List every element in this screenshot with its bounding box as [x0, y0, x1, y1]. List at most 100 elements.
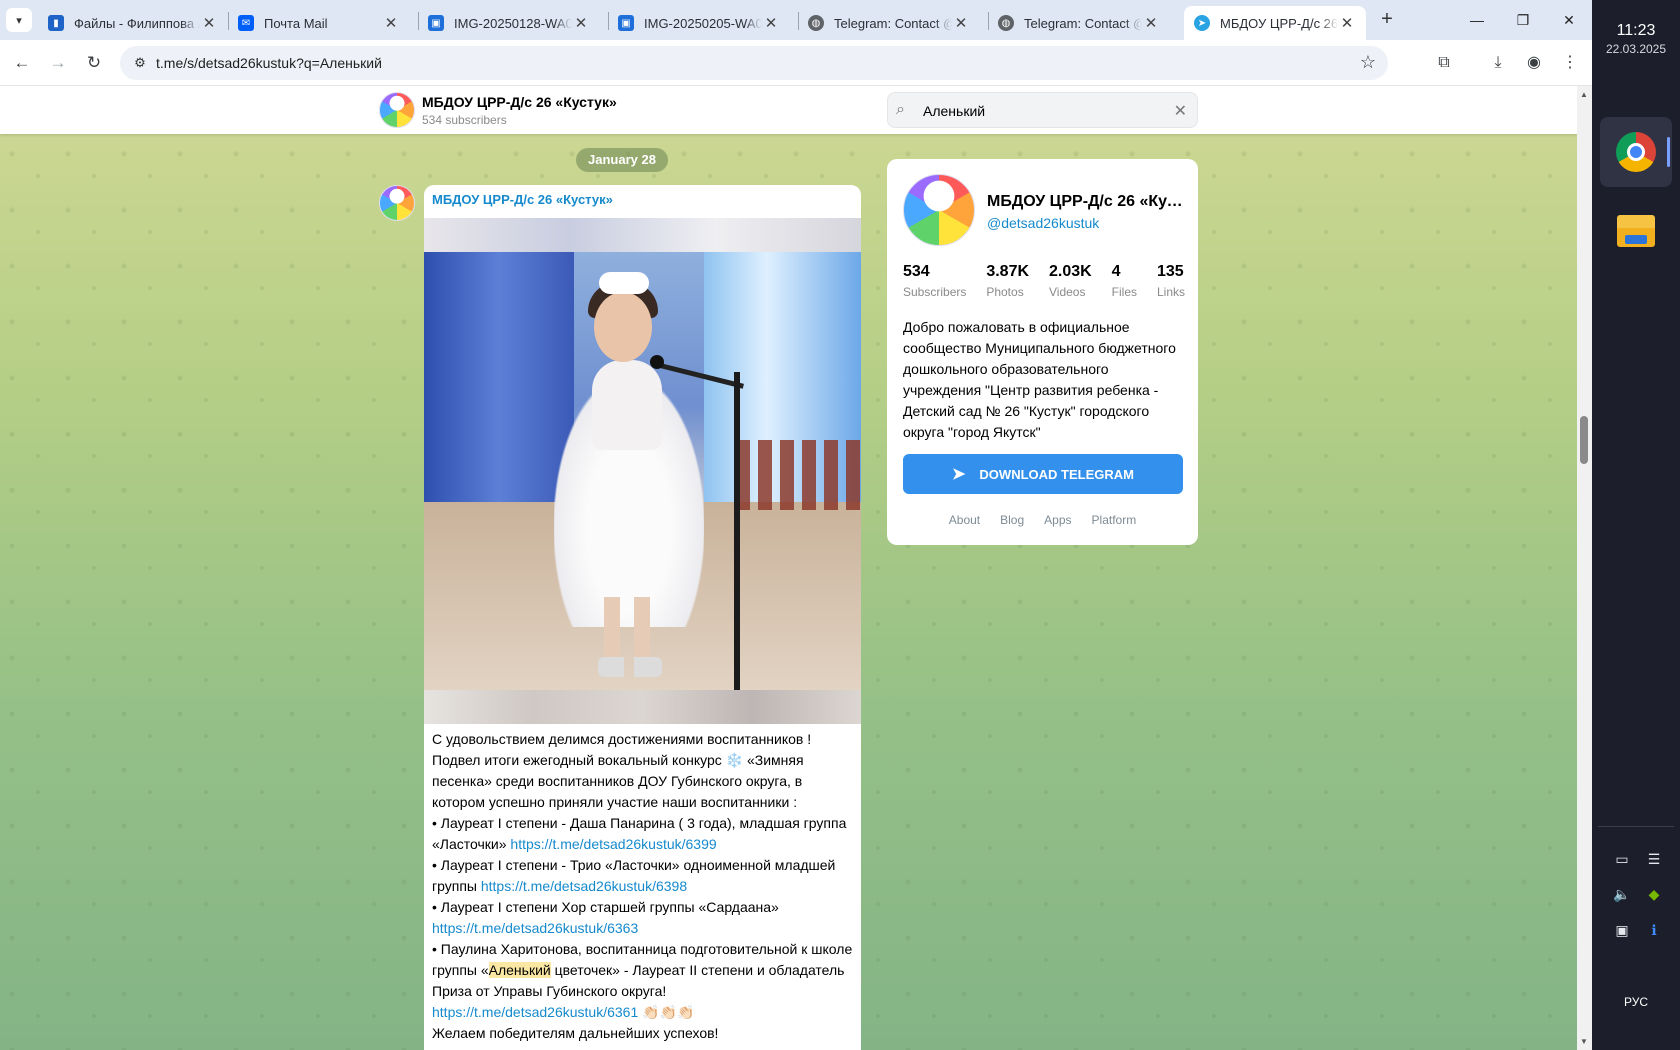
nvidia-icon[interactable]: ◆: [1640, 881, 1668, 907]
stat-value: 534: [903, 263, 930, 280]
download-telegram-button[interactable]: ➤ DOWNLOAD TELEGRAM: [903, 454, 1183, 494]
folder-icon: [1617, 215, 1655, 247]
minimize-icon: —: [1470, 12, 1484, 28]
scroll-up-icon[interactable]: ▲: [1580, 90, 1588, 99]
channel-header: МБДОУ ЦРР-Д/с 26 «Кустук» 534 subscriber…: [0, 86, 1577, 134]
tab-files[interactable]: ▮ Файлы - Филиппова А ✕: [38, 6, 228, 40]
post-link[interactable]: https://t.me/detsad26kustuk/6363: [432, 920, 638, 936]
text-span: • Лауреат I степени Хор старшей группы «…: [432, 899, 779, 915]
search-icon: ⌕: [896, 101, 905, 118]
clock-date[interactable]: 22.03.2025: [1592, 42, 1680, 56]
download-icon[interactable]: ⤓: [1484, 49, 1512, 77]
tab-telegram-contact-2[interactable]: ◍ Telegram: Contact @d ✕: [988, 6, 1170, 40]
extensions-icon[interactable]: ⧉: [1430, 49, 1458, 77]
close-icon[interactable]: ✕: [572, 14, 590, 32]
channel-title[interactable]: МБДОУ ЦРР-Д/с 26 «Кустук»: [422, 94, 617, 110]
chairs: [736, 440, 861, 510]
forward-button[interactable]: →: [44, 49, 72, 77]
message-bubble: МБДОУ ЦРР-Д/с 26 «Кустук» С удовольствие…: [424, 185, 861, 1050]
telegram-icon: ➤: [1194, 15, 1210, 31]
footer-link-blog[interactable]: Blog: [1000, 513, 1024, 527]
site-settings-icon[interactable]: ⚙: [130, 53, 150, 73]
browser-toolbar: ← → ↻ ⚙ t.me/s/detsad26kustuk?q=Аленький…: [0, 40, 1592, 86]
girl-bodice: [592, 360, 662, 450]
mic-stand: [734, 372, 740, 690]
post-link[interactable]: https://t.me/detsad26kustuk/6399: [510, 836, 716, 852]
close-icon[interactable]: ✕: [382, 14, 400, 32]
tab-image-1[interactable]: ▣ IMG-20250128-WA000 ✕: [418, 6, 600, 40]
footer-link-platform[interactable]: Platform: [1092, 513, 1137, 527]
channel-description: Добро пожаловать в официальное сообществ…: [903, 319, 1176, 440]
footer-link-about[interactable]: About: [949, 513, 980, 527]
stat-subscribers[interactable]: 534 Subscribers: [903, 263, 966, 299]
tab-telegram-contact-1[interactable]: ◍ Telegram: Contact @d ✕: [798, 6, 980, 40]
post-video[interactable]: [424, 218, 861, 724]
channel-card-avatar: [903, 174, 975, 246]
close-icon[interactable]: ✕: [1142, 14, 1160, 32]
restore-icon: ❐: [1516, 12, 1530, 28]
button-label: DOWNLOAD TELEGRAM: [979, 466, 1134, 482]
close-icon[interactable]: ✕: [952, 14, 970, 32]
search-input[interactable]: Аленький: [923, 103, 985, 119]
telegram-web-preview: МБДОУ ЦРР-Д/с 26 «Кустук» 534 subscriber…: [0, 86, 1577, 1050]
close-icon[interactable]: ✕: [762, 14, 780, 32]
close-window-button[interactable]: ✕: [1546, 6, 1592, 34]
taskbar-chrome[interactable]: [1600, 117, 1672, 187]
page-scrollbar[interactable]: ▲ ▼: [1577, 86, 1592, 1050]
stat-value: 2.03K: [1049, 263, 1092, 280]
display-icon[interactable]: ▭: [1608, 846, 1636, 872]
tab-mail[interactable]: ✉ Почта Mail ✕: [228, 6, 410, 40]
scroll-down-icon[interactable]: ▼: [1580, 1037, 1588, 1046]
minimize-button[interactable]: —: [1454, 6, 1500, 34]
stat-photos[interactable]: 3.87K Photos: [986, 263, 1029, 299]
scrollbar-thumb[interactable]: [1580, 416, 1588, 464]
network-icon[interactable]: ☰: [1640, 846, 1668, 872]
new-tab-button[interactable]: +: [1374, 8, 1400, 32]
stat-files[interactable]: 4 Files: [1112, 263, 1137, 299]
tab-image-2[interactable]: ▣ IMG-20250205-WA000 ✕: [608, 6, 790, 40]
reload-icon: ↻: [86, 53, 102, 72]
back-button[interactable]: ←: [8, 49, 36, 77]
restore-button[interactable]: ❐: [1500, 6, 1546, 34]
stat-links[interactable]: 135 Links: [1157, 263, 1185, 299]
arrow-right-icon: →: [49, 53, 67, 72]
close-icon[interactable]: ✕: [200, 14, 218, 32]
close-icon[interactable]: ✕: [1338, 14, 1356, 32]
bookmark-star-icon[interactable]: ☆: [1360, 52, 1376, 73]
clear-search-icon[interactable]: ✕: [1174, 101, 1187, 121]
address-bar[interactable]: ⚙ t.me/s/detsad26kustuk?q=Аленький ☆: [120, 46, 1388, 80]
tab-title: Почта Mail: [264, 15, 328, 31]
profile-icon[interactable]: ◉: [1520, 49, 1548, 77]
post-link[interactable]: https://t.me/detsad26kustuk/6398: [481, 878, 687, 894]
security-icon[interactable]: ▣: [1608, 917, 1636, 943]
tab-search-button[interactable]: ▾: [6, 8, 32, 32]
globe-icon: ◍: [808, 15, 824, 31]
post-author-avatar[interactable]: [379, 185, 415, 221]
stat-label: Links: [1156, 285, 1185, 299]
channel-avatar[interactable]: [379, 92, 415, 128]
globe-icon: ◍: [998, 15, 1014, 31]
post-link[interactable]: https://t.me/detsad26kustuk/6361: [432, 1004, 638, 1020]
channel-handle-link[interactable]: @detsad26kustuk: [987, 215, 1099, 231]
channel-search[interactable]: ⌕ Аленький ✕: [887, 92, 1198, 128]
reload-button[interactable]: ↻: [80, 49, 108, 77]
mail-icon: ✉: [238, 15, 254, 31]
clock-time[interactable]: 11:23: [1592, 22, 1680, 40]
post-paragraph: С удовольствием делимся достижениями вос…: [432, 729, 854, 750]
search-highlight: Аленький: [488, 962, 551, 978]
tab-active-channel[interactable]: ➤ МБДОУ ЦРР-Д/с 26 « ✕: [1184, 6, 1366, 40]
more-menu-icon[interactable]: ⋮: [1556, 49, 1584, 77]
info-icon[interactable]: ℹ: [1640, 917, 1668, 943]
tab-title: Telegram: Contact @d: [1024, 15, 1142, 31]
url-text: t.me/s/detsad26kustuk?q=Аленький: [156, 55, 382, 71]
footer-link-apps[interactable]: Apps: [1044, 513, 1071, 527]
post-author[interactable]: МБДОУ ЦРР-Д/с 26 «Кустук»: [432, 192, 613, 207]
input-language[interactable]: РУС: [1592, 995, 1680, 1009]
subscriber-count: 534 subscribers: [422, 113, 507, 127]
volume-icon[interactable]: 🔈: [1608, 881, 1636, 907]
stat-label: Videos: [1049, 285, 1086, 299]
stat-videos[interactable]: 2.03K Videos: [1049, 263, 1092, 299]
taskbar-file-explorer[interactable]: [1600, 196, 1672, 266]
channel-info-card: МБДОУ ЦРР-Д/с 26 «Кустук» @detsad26kustu…: [887, 159, 1198, 545]
stage-curtain-left: [424, 252, 574, 512]
